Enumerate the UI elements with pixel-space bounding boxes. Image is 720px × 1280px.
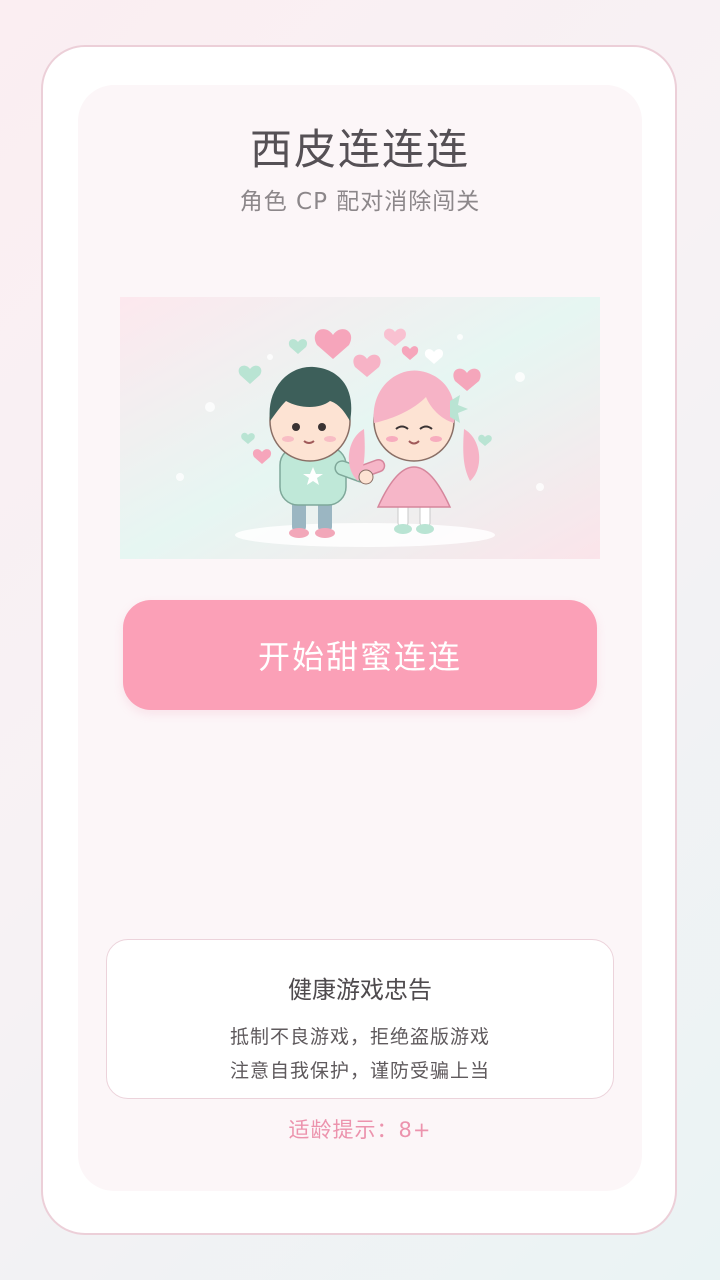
notice-line-1: 抵制不良游戏，拒绝盗版游戏 (229, 1026, 490, 1048)
notice-line-2: 注意自我保护，谨防受骗上当 (229, 1060, 490, 1082)
page-subtitle: 角色 CP 配对消除闯关 (239, 189, 481, 215)
notice-title: 健康游戏忠告 (288, 976, 432, 1004)
age-rating-hint: 适龄提示：8+ (288, 1118, 432, 1142)
couple-illustration (120, 297, 600, 559)
start-game-button[interactable]: 开始甜蜜连连 (123, 600, 597, 710)
health-notice-card: 健康游戏忠告 抵制不良游戏，拒绝盗版游戏 注意自我保护，谨防受骗上当 (106, 939, 614, 1099)
page-title: 西皮连连连 (249, 125, 470, 174)
